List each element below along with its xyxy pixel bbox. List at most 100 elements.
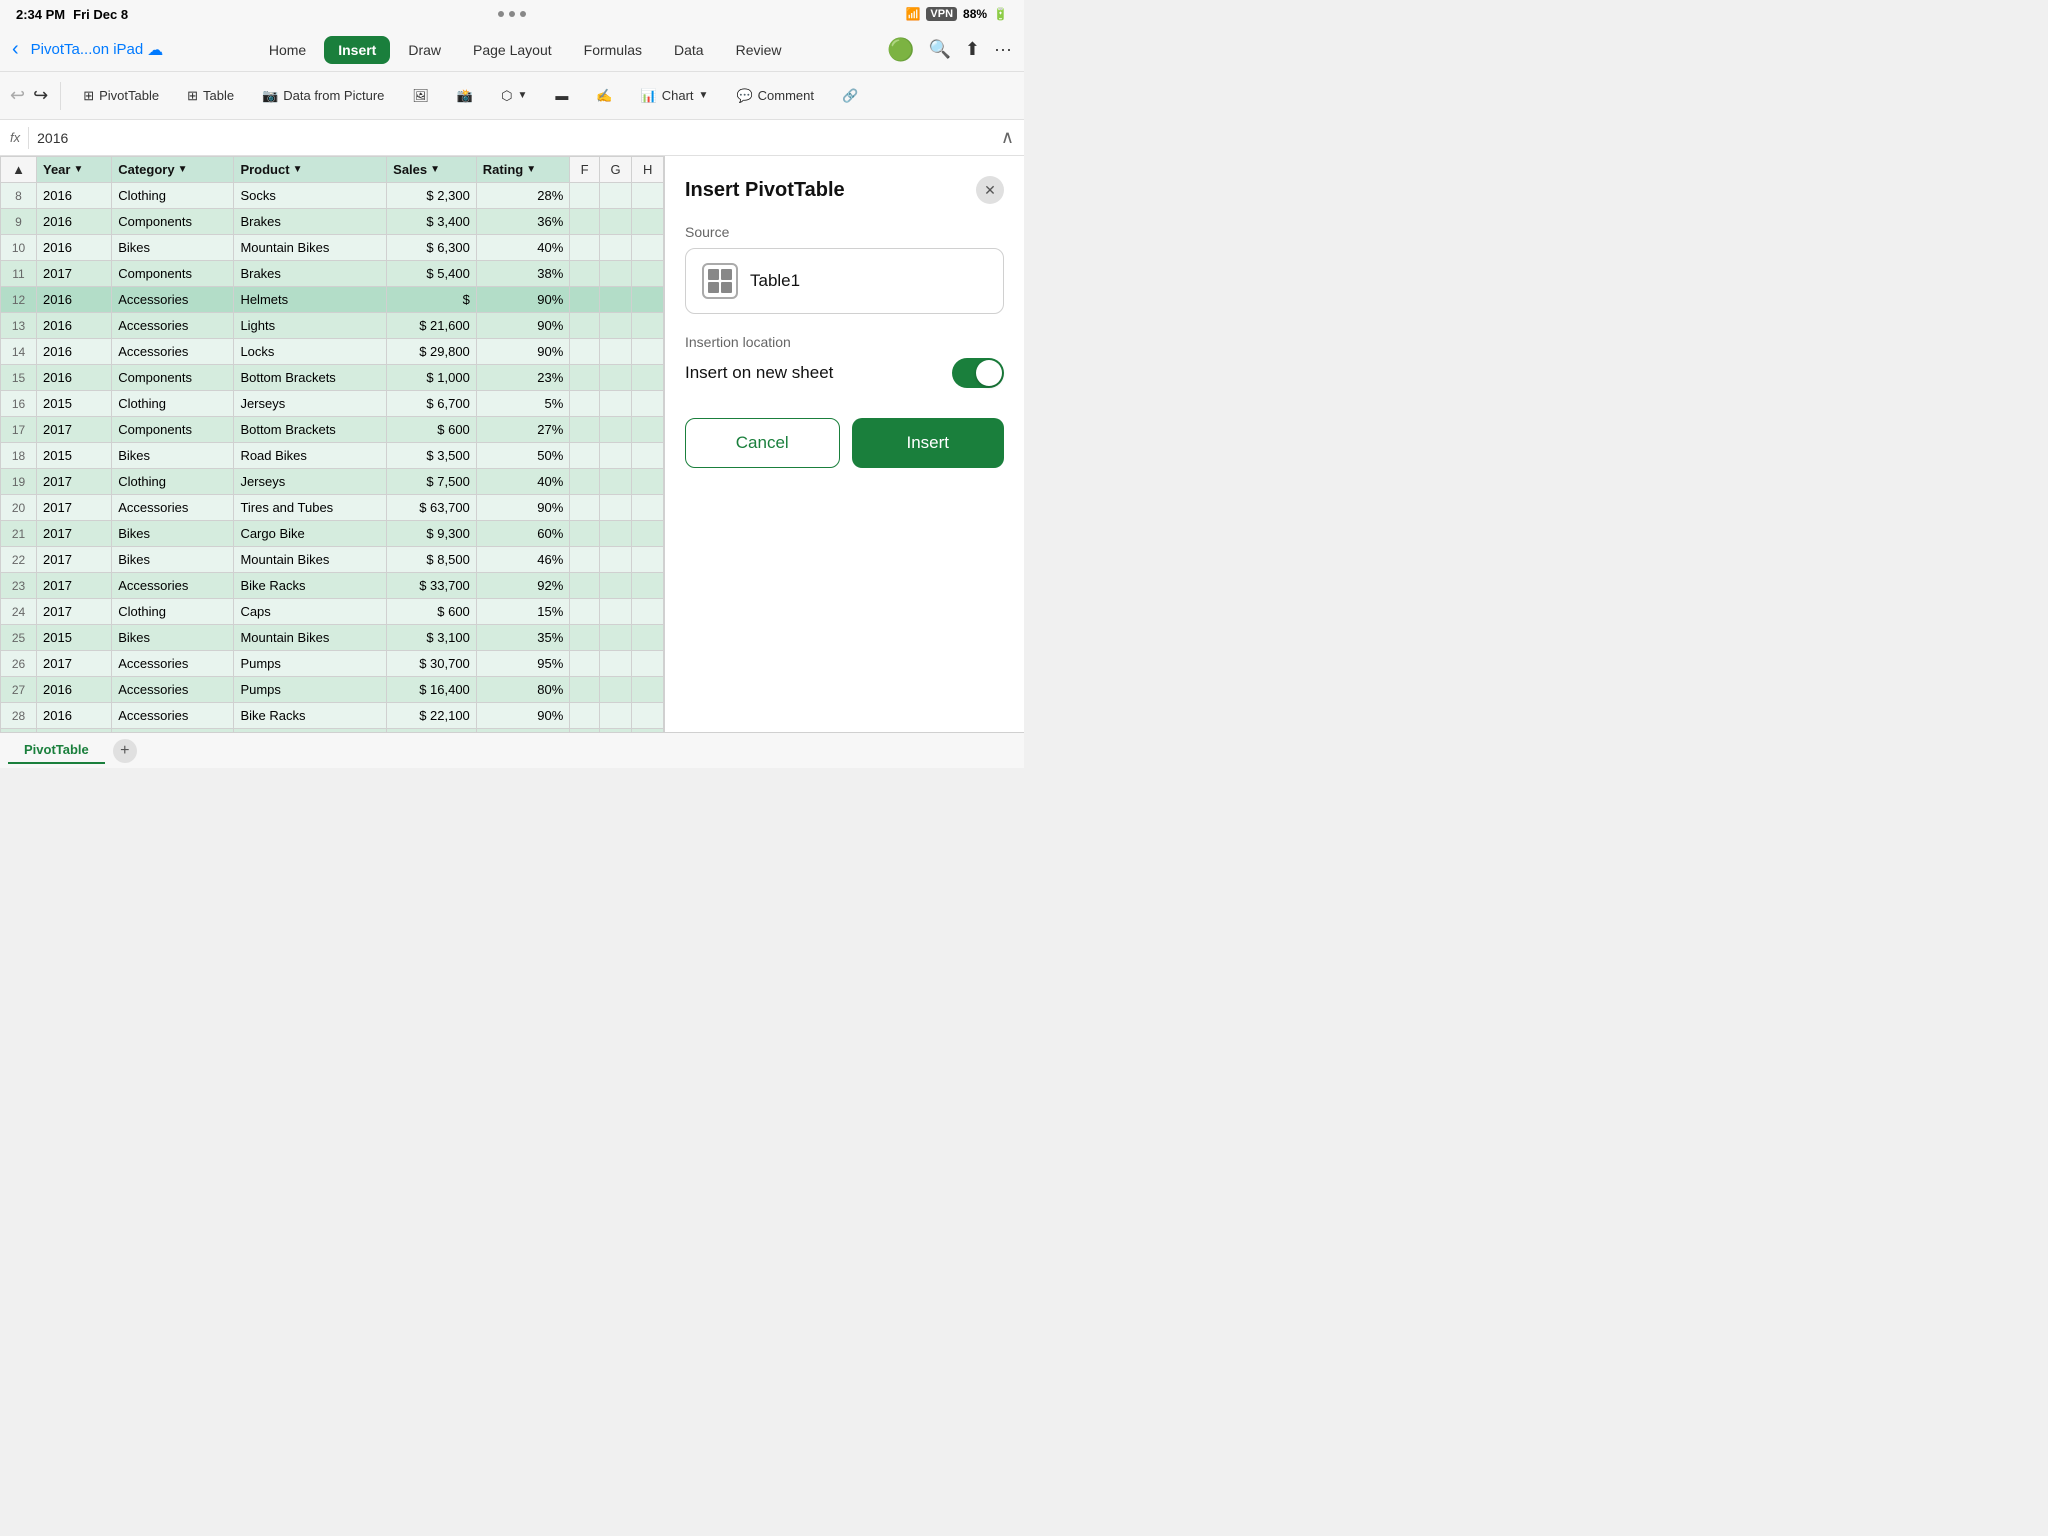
table-row[interactable]: 15 2016 Components Bottom Brackets $ 1,0… [1, 365, 664, 391]
cell-product: Jerseys [234, 391, 387, 417]
cell-g [599, 235, 632, 261]
table-row[interactable]: 27 2016 Accessories Pumps $ 16,400 80% [1, 677, 664, 703]
cell-year: 2016 [37, 183, 112, 209]
table-row[interactable]: 28 2016 Accessories Bike Racks $ 22,100 … [1, 703, 664, 729]
sheet-tab-pivottable[interactable]: PivotTable [8, 737, 105, 764]
photo-icon: 📸 [457, 88, 473, 104]
tab-review[interactable]: Review [722, 36, 796, 64]
col-category[interactable]: Category ▼ [112, 157, 234, 183]
photo-button[interactable]: 📸 [447, 83, 483, 109]
cell-f [570, 729, 600, 733]
table-row[interactable]: 17 2017 Components Bottom Brackets $ 600… [1, 417, 664, 443]
cell-product: Tires and Tubes [234, 495, 387, 521]
more-icon[interactable]: ··· [994, 39, 1012, 60]
link-icon: 🔗 [842, 88, 858, 104]
table-row[interactable]: 13 2016 Accessories Lights $ 21,600 90% [1, 313, 664, 339]
panel-buttons: Cancel Insert [685, 418, 1004, 468]
cell-rating: 15% [476, 599, 570, 625]
cell-f [570, 209, 600, 235]
formula-input[interactable]: 2016 [37, 130, 993, 146]
cell-h [632, 365, 664, 391]
table-row[interactable]: 23 2017 Accessories Bike Racks $ 33,700 … [1, 573, 664, 599]
pivottable-button[interactable]: ⊞ PivotTable [73, 83, 169, 109]
share-icon[interactable]: ⬆ [965, 39, 980, 60]
back-button[interactable]: ‹ [12, 38, 19, 61]
table-row[interactable]: 8 2016 Clothing Socks $ 2,300 28% [1, 183, 664, 209]
cell-g [599, 391, 632, 417]
title-icons: 🟢 🔍 ⬆ ··· [887, 37, 1012, 63]
table-row[interactable]: 9 2016 Components Brakes $ 3,400 36% [1, 209, 664, 235]
table-row[interactable]: 22 2017 Bikes Mountain Bikes $ 8,500 46% [1, 547, 664, 573]
table-row[interactable]: 19 2017 Clothing Jerseys $ 7,500 40% [1, 469, 664, 495]
row-num: 11 [1, 261, 37, 287]
textbox-button[interactable]: ▬ [545, 83, 578, 108]
table-row[interactable]: 14 2016 Accessories Locks $ 29,800 90% [1, 339, 664, 365]
formula-label: fx [10, 130, 20, 145]
table-row[interactable]: 16 2015 Clothing Jerseys $ 6,700 5% [1, 391, 664, 417]
insert-on-new-sheet-toggle[interactable] [952, 358, 1004, 388]
table-row[interactable]: 26 2017 Accessories Pumps $ 30,700 95% [1, 651, 664, 677]
tab-formulas[interactable]: Formulas [570, 36, 656, 64]
sign-icon: ✍ [596, 88, 612, 104]
col-year[interactable]: Year ▼ [37, 157, 112, 183]
cell-sales: $ 16,400 [387, 677, 477, 703]
tab-home[interactable]: Home [255, 36, 320, 64]
table-row[interactable]: 24 2017 Clothing Caps $ 600 15% [1, 599, 664, 625]
status-day: Fri Dec 8 [73, 7, 128, 22]
cell-rating: 40% [476, 469, 570, 495]
tab-page-layout[interactable]: Page Layout [459, 36, 566, 64]
image-button[interactable]: 🖼 [402, 83, 439, 109]
file-name[interactable]: PivotTa...on iPad ☁ [31, 40, 164, 60]
data-from-picture-button[interactable]: 📷 Data from Picture [252, 83, 394, 109]
tab-insert[interactable]: Insert [324, 36, 390, 64]
row-num: 29 [1, 729, 37, 733]
cell-category: Components [112, 261, 234, 287]
table-row[interactable]: 21 2017 Bikes Cargo Bike $ 9,300 60% [1, 521, 664, 547]
col-sales[interactable]: Sales ▼ [387, 157, 477, 183]
add-sheet-button[interactable]: + [113, 739, 137, 763]
status-time: 2:34 PM [16, 7, 65, 22]
chart-button[interactable]: 📊 Chart ▼ [631, 83, 719, 109]
undo-button[interactable]: ↩ [10, 85, 25, 106]
cell-product: Cargo Bike [234, 521, 387, 547]
col-header-row: ▲ Year ▼ Category ▼ Product ▼ Sales ▼ Ra… [1, 157, 664, 183]
shape-button[interactable]: ⬡ ▼ [491, 83, 537, 109]
cell-f [570, 443, 600, 469]
table-row[interactable]: 10 2016 Bikes Mountain Bikes $ 6,300 40% [1, 235, 664, 261]
table-row[interactable]: 12 2016 Accessories Helmets $ 90% [1, 287, 664, 313]
col-rating[interactable]: Rating ▼ [476, 157, 570, 183]
cell-category: Accessories [112, 313, 234, 339]
sign-button[interactable]: ✍ [586, 83, 622, 109]
col-product[interactable]: Product ▼ [234, 157, 387, 183]
panel-close-button[interactable]: ✕ [976, 176, 1004, 204]
cell-f [570, 599, 600, 625]
table-row[interactable]: 11 2017 Components Brakes $ 5,400 38% [1, 261, 664, 287]
battery-icon: 🔋 [993, 7, 1008, 21]
cell-sales: $ 33,700 [387, 573, 477, 599]
wifi-icon: 📶 [905, 7, 920, 21]
table-row[interactable]: 25 2015 Bikes Mountain Bikes $ 3,100 35% [1, 625, 664, 651]
link-button[interactable]: 🔗 [832, 83, 868, 109]
insert-on-new-sheet-label: Insert on new sheet [685, 363, 833, 383]
cancel-button[interactable]: Cancel [685, 418, 840, 468]
table-button[interactable]: ⊞ Table [177, 83, 244, 109]
comment-icon: 💬 [736, 88, 752, 104]
formula-expand-button[interactable]: ∧ [1001, 127, 1014, 148]
tab-draw[interactable]: Draw [394, 36, 455, 64]
source-box: Table1 [685, 248, 1004, 314]
table-row[interactable]: 20 2017 Accessories Tires and Tubes $ 63… [1, 495, 664, 521]
cell-rating: 90% [476, 339, 570, 365]
row-num: 15 [1, 365, 37, 391]
insert-button[interactable]: Insert [852, 418, 1005, 468]
cell-f [570, 469, 600, 495]
comment-button[interactable]: 💬 Comment [726, 83, 824, 109]
table-row[interactable]: 18 2015 Bikes Road Bikes $ 3,500 50% [1, 443, 664, 469]
insertion-location-label: Insertion location [685, 334, 1004, 350]
table-row[interactable]: 29 2017 Accessories Helmets $ 34,000 95% [1, 729, 664, 733]
tab-data[interactable]: Data [660, 36, 718, 64]
search-icon[interactable]: 🔍 [929, 39, 951, 60]
source-icon-cell-3 [708, 282, 719, 293]
cell-h [632, 339, 664, 365]
cell-category: Accessories [112, 729, 234, 733]
redo-button[interactable]: ↪ [33, 85, 48, 106]
